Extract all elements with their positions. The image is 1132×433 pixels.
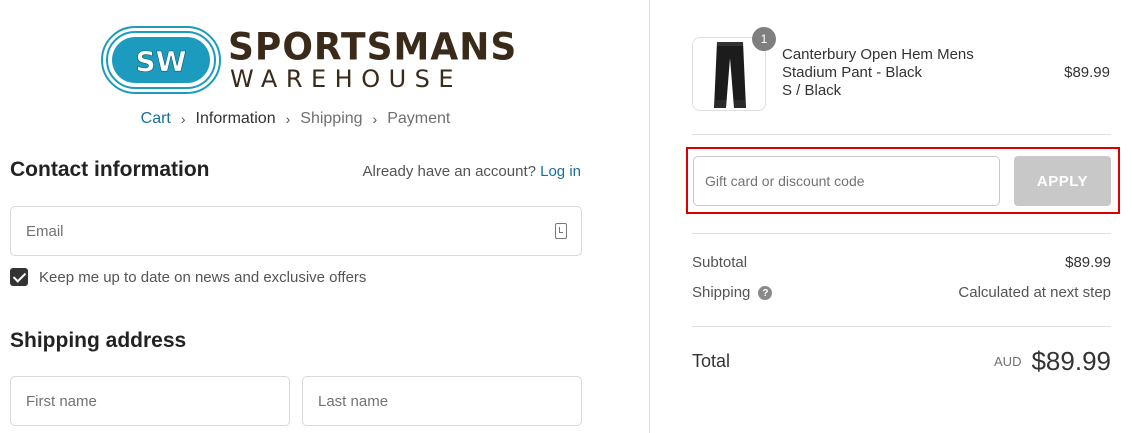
- breadcrumb-information: Information: [195, 110, 276, 127]
- subtotal-row: Subtotal $89.99: [692, 254, 1111, 271]
- shipping-address-heading: Shipping address: [10, 329, 187, 352]
- divider: [692, 134, 1111, 135]
- shipping-label-group: Shipping?: [692, 284, 773, 301]
- first-name-wrapper: [10, 376, 290, 426]
- product-thumbnail: [692, 37, 766, 111]
- pants-image: [714, 42, 746, 108]
- total-row: Total AUD $89.99: [692, 346, 1111, 377]
- breadcrumb-cart[interactable]: Cart: [141, 110, 171, 128]
- currency-code: AUD: [994, 354, 1022, 369]
- svg-text:SW: SW: [135, 45, 186, 78]
- account-prompt: Already have an account? Log in: [363, 163, 582, 180]
- subtotal-label: Subtotal: [692, 254, 748, 271]
- newsletter-checkbox[interactable]: [10, 268, 28, 286]
- sw-badge-logo: SW: [101, 26, 221, 94]
- quantity-badge: 1: [752, 27, 776, 51]
- shipping-label: Shipping: [692, 284, 751, 301]
- product-name: Canterbury Open Hem Mens Stadium Pant - …: [782, 46, 974, 81]
- total-amount: $89.99: [1031, 346, 1111, 376]
- order-summary: 1 Canterbury Open Hem Mens Stadium Pant …: [649, 0, 1132, 433]
- email-field[interactable]: [11, 207, 581, 255]
- shipping-value: Calculated at next step: [958, 284, 1111, 301]
- newsletter-label: Keep me up to date on news and exclusive…: [39, 268, 367, 286]
- subtotal-value: $89.99: [1065, 254, 1111, 271]
- chevron-right-icon: ›: [285, 111, 291, 127]
- newsletter-option[interactable]: Keep me up to date on news and exclusive…: [10, 268, 366, 286]
- total-label: Total: [692, 351, 731, 371]
- divider: [692, 326, 1111, 327]
- discount-code-input[interactable]: [694, 157, 999, 205]
- logo-wordmark-bottom: WAREHOUSE: [230, 65, 463, 93]
- breadcrumb-shipping: Shipping: [300, 110, 363, 127]
- checkout-main: SW SPORTSMANS WAREHOUSE Cart › Informati…: [0, 0, 649, 433]
- help-icon[interactable]: ?: [758, 286, 773, 301]
- login-link[interactable]: Log in: [540, 163, 581, 180]
- shipping-row: Shipping? Calculated at next step: [692, 284, 1111, 301]
- store-logo[interactable]: SW SPORTSMANS WAREHOUSE: [100, 25, 516, 97]
- last-name-field[interactable]: [303, 377, 581, 425]
- product-variant: S / Black: [782, 82, 842, 99]
- autofill-contact-icon: [555, 223, 567, 239]
- breadcrumb: Cart › Information › Shipping › Payment: [0, 110, 591, 128]
- product-price: $89.99: [1064, 64, 1110, 81]
- discount-code-wrapper: [693, 156, 1000, 206]
- chevron-right-icon: ›: [180, 111, 186, 127]
- contact-information-heading: Contact information: [10, 158, 210, 181]
- divider: [692, 233, 1111, 234]
- logo-wordmark-top: SPORTSMANS: [228, 25, 518, 70]
- chevron-right-icon: ›: [372, 111, 378, 127]
- last-name-wrapper: [302, 376, 582, 426]
- first-name-field[interactable]: [11, 377, 289, 425]
- email-field-wrapper: [10, 206, 582, 256]
- account-prompt-text: Already have an account?: [362, 163, 536, 180]
- apply-discount-button[interactable]: APPLY: [1014, 156, 1111, 206]
- total-amount-group: AUD $89.99: [994, 346, 1111, 377]
- breadcrumb-payment: Payment: [387, 110, 451, 127]
